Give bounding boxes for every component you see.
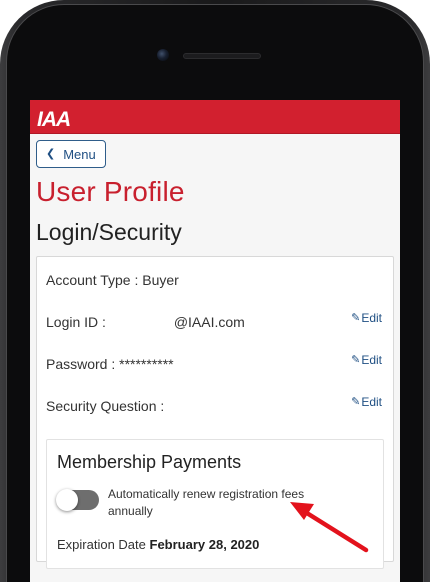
membership-title: Membership Payments xyxy=(57,452,242,472)
expiration-value: February 28, 2020 xyxy=(149,537,260,552)
section-title: Login/Security xyxy=(36,219,182,245)
edit-password-link[interactable]: ✎ Edit xyxy=(351,351,382,369)
login-id-row: Login ID : @IAAI.com ✎ Edit xyxy=(46,311,384,353)
earpiece-speaker xyxy=(183,53,261,59)
auto-renew-toggle[interactable] xyxy=(56,489,99,511)
expiration-label: Expiration Date xyxy=(57,537,146,552)
login-id-label: Login ID : xyxy=(46,314,106,330)
top-bar: IAA xyxy=(30,100,400,134)
security-question-label: Security Question : xyxy=(46,398,165,414)
chevron-left-icon: ❮ xyxy=(46,147,56,160)
edit-label: Edit xyxy=(361,353,382,367)
account-type-label: Account Type : xyxy=(46,272,139,288)
password-label: Password : xyxy=(46,356,116,372)
edit-label: Edit xyxy=(361,395,382,409)
edit-login-id-link[interactable]: ✎ Edit xyxy=(351,309,382,327)
menu-button[interactable]: ❮ Menu xyxy=(36,140,106,168)
pencil-icon: ✎ xyxy=(351,312,361,324)
menu-button-label: Menu xyxy=(63,146,96,162)
login-id-value: @IAAI.com xyxy=(173,314,245,330)
page-title: User Profile xyxy=(36,176,185,207)
iaa-logo[interactable]: IAA xyxy=(36,106,80,130)
password-row: Password : ********** ✎ Edit xyxy=(46,353,384,395)
edit-security-question-link[interactable]: ✎ Edit xyxy=(351,393,382,411)
svg-text:IAA: IAA xyxy=(37,108,70,130)
account-type-row: Account Type : Buyer xyxy=(46,269,384,311)
edit-label: Edit xyxy=(361,311,382,325)
red-arrow-annotation xyxy=(290,502,369,553)
pencil-icon: ✎ xyxy=(351,396,361,408)
password-value: ********** xyxy=(119,356,174,372)
front-camera xyxy=(157,49,169,61)
pencil-icon: ✎ xyxy=(351,354,361,366)
toggle-knob xyxy=(56,489,78,511)
account-type-value: Buyer xyxy=(142,272,179,288)
security-question-row: Security Question : ✎ Edit xyxy=(46,395,384,437)
